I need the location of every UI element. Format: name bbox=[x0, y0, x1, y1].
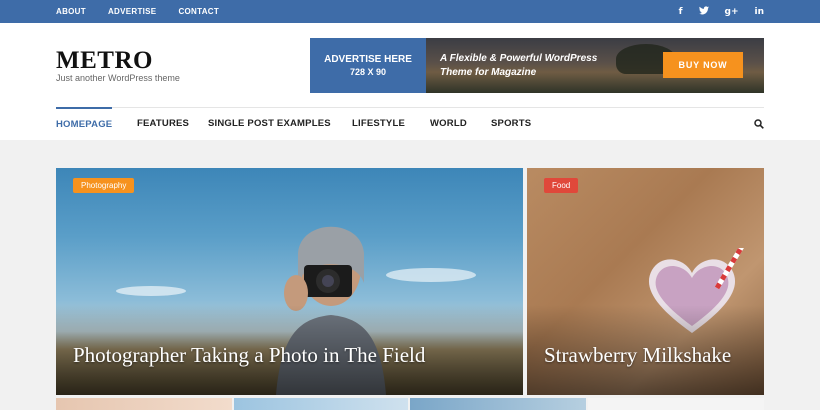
top-bar: ABOUT ADVERTISE CONTACT f g+ in bbox=[0, 0, 820, 23]
cloud-shape bbox=[116, 286, 186, 296]
nav-item-world[interactable]: WORLD bbox=[430, 108, 467, 140]
category-badge-photography[interactable]: Photography bbox=[73, 178, 135, 193]
ad-promo-line1: A Flexible & Powerful WordPress bbox=[440, 53, 598, 64]
search-icon[interactable] bbox=[754, 119, 764, 129]
thumbnail-image[interactable] bbox=[588, 398, 764, 410]
nav-item-lifestyle[interactable]: LIFESTYLE bbox=[352, 108, 405, 140]
top-nav: ABOUT ADVERTISE CONTACT bbox=[56, 0, 219, 23]
category-badge-food[interactable]: Food bbox=[544, 178, 579, 193]
ad-promo: A Flexible & Powerful WordPress Theme fo… bbox=[426, 38, 764, 93]
thumbnail-image[interactable] bbox=[234, 398, 408, 410]
featured-post-photography[interactable]: Photography Photographer Taking a Photo … bbox=[56, 168, 523, 395]
nav-item-sports[interactable]: SPORTS bbox=[491, 108, 531, 140]
main-nav: HOMEPAGE FEATURES SINGLE POST EXAMPLES L… bbox=[56, 107, 764, 140]
featured-post-food[interactable]: Food Strawberry Milkshake bbox=[527, 168, 764, 395]
top-nav-advertise[interactable]: ADVERTISE bbox=[108, 7, 157, 16]
ad-promo-line2: Theme for Magazine bbox=[440, 67, 537, 78]
site-logo[interactable]: METRO bbox=[56, 47, 153, 75]
site-tagline: Just another WordPress theme bbox=[56, 73, 180, 83]
nav-item-homepage[interactable]: HOMEPAGE bbox=[56, 107, 113, 139]
twitter-icon[interactable] bbox=[698, 5, 709, 18]
header-ad-banner[interactable]: ADVERTISE HERE 728 X 90 A Flexible & Pow… bbox=[310, 38, 764, 93]
facebook-icon[interactable]: f bbox=[679, 7, 683, 17]
thumbnail-image[interactable] bbox=[56, 398, 232, 410]
linkedin-icon[interactable]: in bbox=[755, 7, 765, 17]
site-header: METRO Just another WordPress theme ADVER… bbox=[0, 23, 820, 140]
google-plus-icon[interactable]: g+ bbox=[725, 7, 739, 17]
top-nav-contact[interactable]: CONTACT bbox=[178, 7, 219, 16]
post-title[interactable]: Photographer Taking a Photo in The Field bbox=[73, 343, 425, 368]
ad-placeholder-title: ADVERTISE HERE bbox=[324, 54, 412, 65]
social-links: f g+ in bbox=[679, 0, 764, 23]
thumbnail-image[interactable] bbox=[410, 398, 586, 410]
nav-item-single-post-examples[interactable]: SINGLE POST EXAMPLES bbox=[208, 108, 331, 140]
post-title[interactable]: Strawberry Milkshake bbox=[544, 343, 731, 368]
ad-placeholder-size: 728 X 90 bbox=[349, 67, 387, 77]
top-nav-about[interactable]: ABOUT bbox=[56, 7, 86, 16]
ad-placeholder: ADVERTISE HERE 728 X 90 bbox=[310, 38, 426, 93]
ad-promo-text: A Flexible & Powerful WordPress Theme fo… bbox=[440, 52, 597, 80]
nav-item-features[interactable]: FEATURES bbox=[137, 108, 189, 140]
buy-now-button[interactable]: BUY NOW bbox=[663, 52, 743, 78]
